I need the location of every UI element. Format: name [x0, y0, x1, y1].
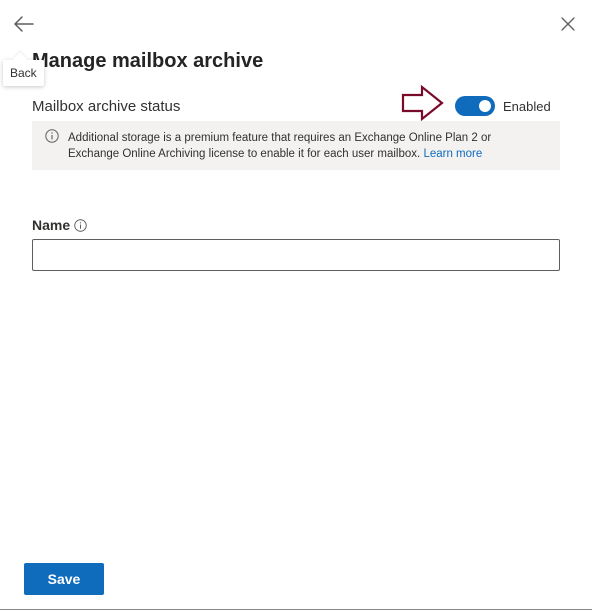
- back-button[interactable]: [11, 11, 37, 37]
- close-icon: [561, 17, 575, 31]
- toggle-knob: [479, 100, 491, 112]
- info-message-bar: Additional storage is a premium feature …: [32, 121, 560, 170]
- name-input[interactable]: [32, 239, 560, 271]
- close-button[interactable]: [556, 12, 580, 36]
- archive-status-label: Mailbox archive status: [32, 98, 181, 115]
- bottom-divider: [0, 609, 592, 610]
- page-title: Manage mailbox archive: [32, 50, 264, 72]
- name-field-label: Name: [32, 217, 71, 233]
- info-message-text: Additional storage is a premium feature …: [68, 130, 538, 162]
- info-icon[interactable]: [74, 218, 87, 232]
- name-field-label-row: Name: [32, 217, 87, 233]
- save-button[interactable]: Save: [24, 563, 104, 595]
- info-icon: [45, 129, 59, 143]
- archive-status-toggle[interactable]: [455, 96, 495, 116]
- manage-archive-panel: Back Manage mailbox archive Mailbox arch…: [0, 0, 592, 612]
- toggle-state-text: Enabled: [503, 99, 551, 114]
- outlined-arrow-right-icon: [401, 84, 444, 122]
- arrow-left-icon: [14, 16, 34, 32]
- learn-more-link[interactable]: Learn more: [423, 148, 482, 160]
- back-tooltip: Back: [3, 60, 44, 86]
